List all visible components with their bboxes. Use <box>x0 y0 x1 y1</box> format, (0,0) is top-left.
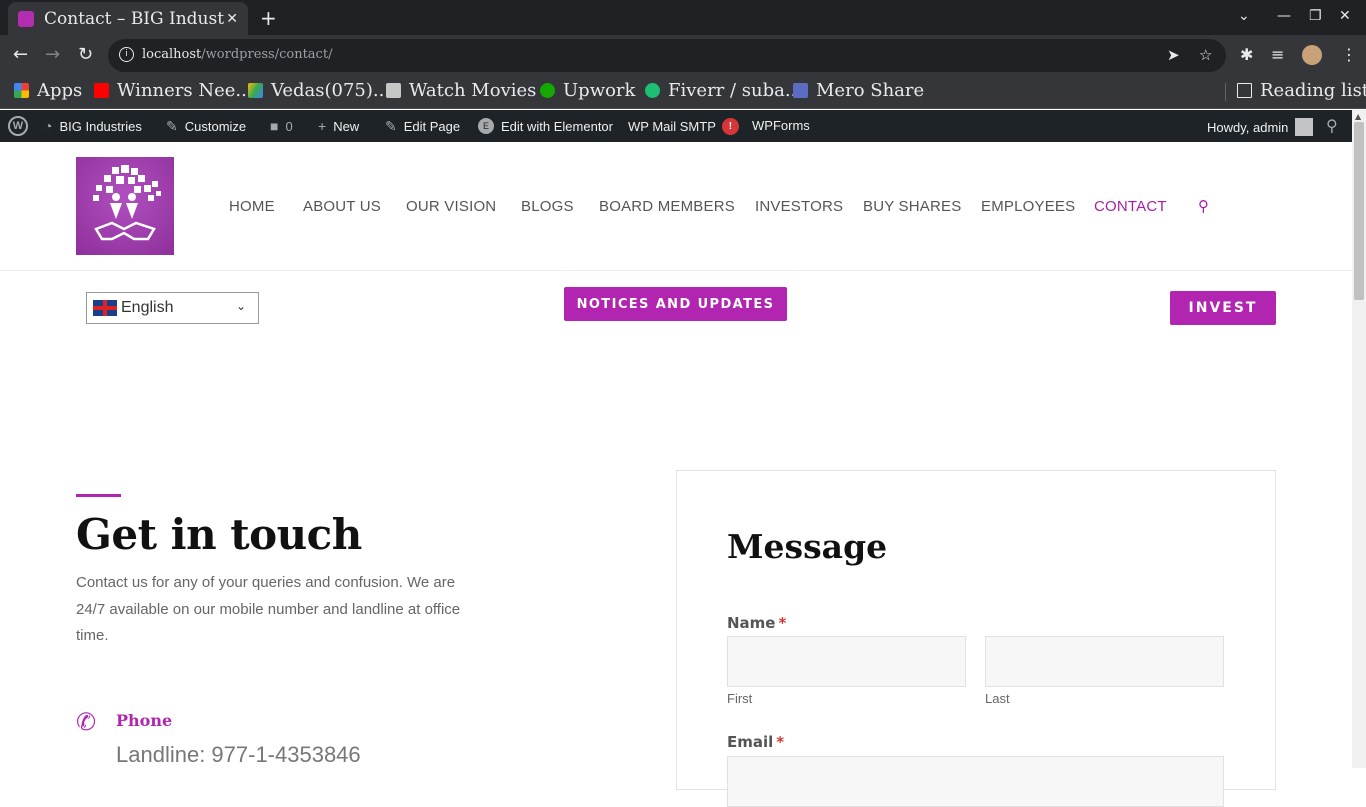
big-industries-logo[interactable] <box>76 157 174 255</box>
plus-icon: + <box>318 118 327 134</box>
email-input[interactable] <box>727 756 1224 807</box>
admin-avatar <box>1295 118 1314 136</box>
nav-board-members[interactable]: BOARD MEMBERS <box>599 198 735 215</box>
wp-admin-bar: W ◔ BIG Industries ✎ Customize ■ 0 + New ✎ Ed… <box>0 110 1352 142</box>
email-label: Email * <box>727 733 785 751</box>
nav-home[interactable]: HOME <box>229 198 275 215</box>
admin-edit-page[interactable]: ✎ Edit Page <box>385 118 460 135</box>
tab-search-icon[interactable]: ⌄ <box>1238 8 1250 24</box>
site-header: HOME ABOUT US OUR VISION BLOGS BOARD MEM… <box>0 142 1352 271</box>
comment-icon: ■ <box>270 118 279 134</box>
mero-share-icon <box>793 83 808 98</box>
fiverr-icon <box>645 83 660 98</box>
extensions-icon[interactable]: ✱ <box>1240 45 1253 64</box>
admin-new[interactable]: + New <box>318 118 359 134</box>
chrome-menu-icon[interactable]: ⋮ <box>1341 45 1357 64</box>
apps-grid-icon <box>14 83 29 98</box>
uk-flag-icon <box>93 300 117 316</box>
paintbrush-icon: ✎ <box>166 118 178 134</box>
site-favicon-icon <box>18 10 34 27</box>
back-icon[interactable]: ← <box>13 44 28 65</box>
nav-investors[interactable]: INVESTORS <box>755 198 843 215</box>
reload-icon[interactable]: ↻ <box>78 44 93 65</box>
pencil-icon: ✎ <box>385 118 397 134</box>
nav-about-us[interactable]: ABOUT US <box>303 198 381 215</box>
bookmark-winners[interactable]: Winners Nee... <box>94 80 253 101</box>
reading-list[interactable]: Reading list <box>1237 80 1366 101</box>
folder-icon <box>386 83 401 98</box>
notices-and-updates-button[interactable]: NOTICES AND UPDATES <box>564 287 787 321</box>
nav-blogs[interactable]: BLOGS <box>521 198 574 215</box>
media-controls-icon[interactable]: ≡ <box>1271 45 1284 64</box>
phone-icon: ✆ <box>76 708 97 736</box>
forward-icon[interactable]: → <box>45 44 60 65</box>
scroll-up-icon[interactable]: ▲ <box>1355 112 1361 121</box>
minimize-icon[interactable]: — <box>1277 8 1291 24</box>
first-name-input[interactable] <box>727 636 966 687</box>
browser-tab[interactable]: Contact – BIG Industr ✕ <box>8 2 248 35</box>
wordpress-logo-icon[interactable]: W <box>8 116 28 136</box>
reading-list-icon <box>1237 83 1252 98</box>
browser-toolbar: ← → ↻ i localhost/wordpress/contact/ ➤ ☆ <box>0 35 1366 75</box>
bookmark-mero-share[interactable]: Mero Share <box>793 80 924 101</box>
message-form-card: Message Name * First Last Email * <box>676 470 1276 807</box>
last-sublabel: Last <box>985 691 1010 706</box>
bookmark-fiverr[interactable]: Fiverr / suba... <box>645 80 802 101</box>
bookmark-upwork[interactable]: Upwork <box>540 80 635 101</box>
get-in-touch-heading: Get in touch <box>76 510 362 559</box>
upwork-icon <box>540 83 555 98</box>
elementor-icon: E <box>478 118 494 134</box>
scroll-thumb[interactable] <box>1354 122 1364 300</box>
bookmark-watch-movies[interactable]: Watch Movies <box>386 80 536 101</box>
nav-buy-shares[interactable]: BUY SHARES <box>863 198 961 215</box>
bookmark-star-icon[interactable]: ☆ <box>1199 46 1212 64</box>
heading-accent-line <box>76 494 121 497</box>
admin-wp-mail-smtp[interactable]: WP Mail SMTP! <box>628 118 739 135</box>
message-heading: Message <box>727 527 888 566</box>
nav-contact[interactable]: CONTACT <box>1094 198 1167 215</box>
name-label: Name * <box>727 614 787 632</box>
nav-our-vision[interactable]: OUR VISION <box>406 198 496 215</box>
last-name-input[interactable] <box>985 636 1224 687</box>
address-bar[interactable]: i localhost/wordpress/contact/ ➤ ☆ <box>108 39 1226 72</box>
nav-employees[interactable]: EMPLOYEES <box>981 198 1075 215</box>
url-text[interactable]: localhost/wordpress/contact/ <box>142 47 332 62</box>
profile-avatar[interactable] <box>1302 45 1322 65</box>
smtp-alert-badge: ! <box>721 118 739 135</box>
site-info-icon[interactable]: i <box>119 47 134 62</box>
admin-search-icon[interactable]: ⚲ <box>1326 116 1338 136</box>
bookmarks-bar: Apps Winners Nee... Vedas(075)... Watch … <box>0 75 1366 109</box>
admin-comments[interactable]: ■ 0 <box>270 118 293 134</box>
close-window-icon[interactable]: ✕ <box>1339 8 1351 24</box>
dashboard-icon: ◔ <box>44 118 53 134</box>
send-to-device-icon[interactable]: ➤ <box>1167 46 1180 64</box>
admin-howdy[interactable]: Howdy, admin <box>1207 118 1314 136</box>
page-scrollbar[interactable]: ▲ <box>1352 110 1366 768</box>
admin-customize[interactable]: ✎ Customize <box>166 118 246 135</box>
admin-wpforms[interactable]: WPForms <box>752 118 810 133</box>
language-label: English <box>121 299 174 316</box>
tab-title: Contact – BIG Industr <box>44 8 224 29</box>
site-search-icon[interactable]: ⚲ <box>1198 197 1209 215</box>
admin-site-name[interactable]: ◔ BIG Industries <box>44 118 142 134</box>
youtube-icon <box>94 83 109 98</box>
admin-edit-elementor[interactable]: E Edit with Elementor <box>478 118 613 134</box>
phone-title: Phone <box>116 711 173 730</box>
restore-icon[interactable]: ❐ <box>1309 8 1322 24</box>
first-sublabel: First <box>727 691 753 706</box>
logo-tree-handshake-icon <box>93 165 161 241</box>
close-tab-icon[interactable]: ✕ <box>226 11 238 27</box>
invest-button[interactable]: INVEST <box>1170 291 1276 325</box>
bookmark-vedas[interactable]: Vedas(075)... <box>248 80 390 101</box>
new-tab-icon[interactable]: + <box>260 6 277 30</box>
bookmark-apps[interactable]: Apps <box>14 80 82 101</box>
landline-number[interactable]: Landline: 977-1-4353846 <box>116 742 361 768</box>
google-drive-icon <box>248 83 263 98</box>
contact-intro-text: Contact us for any of your queries and c… <box>76 574 461 644</box>
chevron-down-icon: ⌄ <box>235 299 246 313</box>
language-select[interactable]: English ⌄ <box>86 292 259 324</box>
bookmarks-divider <box>1225 83 1226 101</box>
browser-tab-bar: Contact – BIG Industr ✕ + ⌄ — ❐ ✕ <box>0 0 1366 35</box>
